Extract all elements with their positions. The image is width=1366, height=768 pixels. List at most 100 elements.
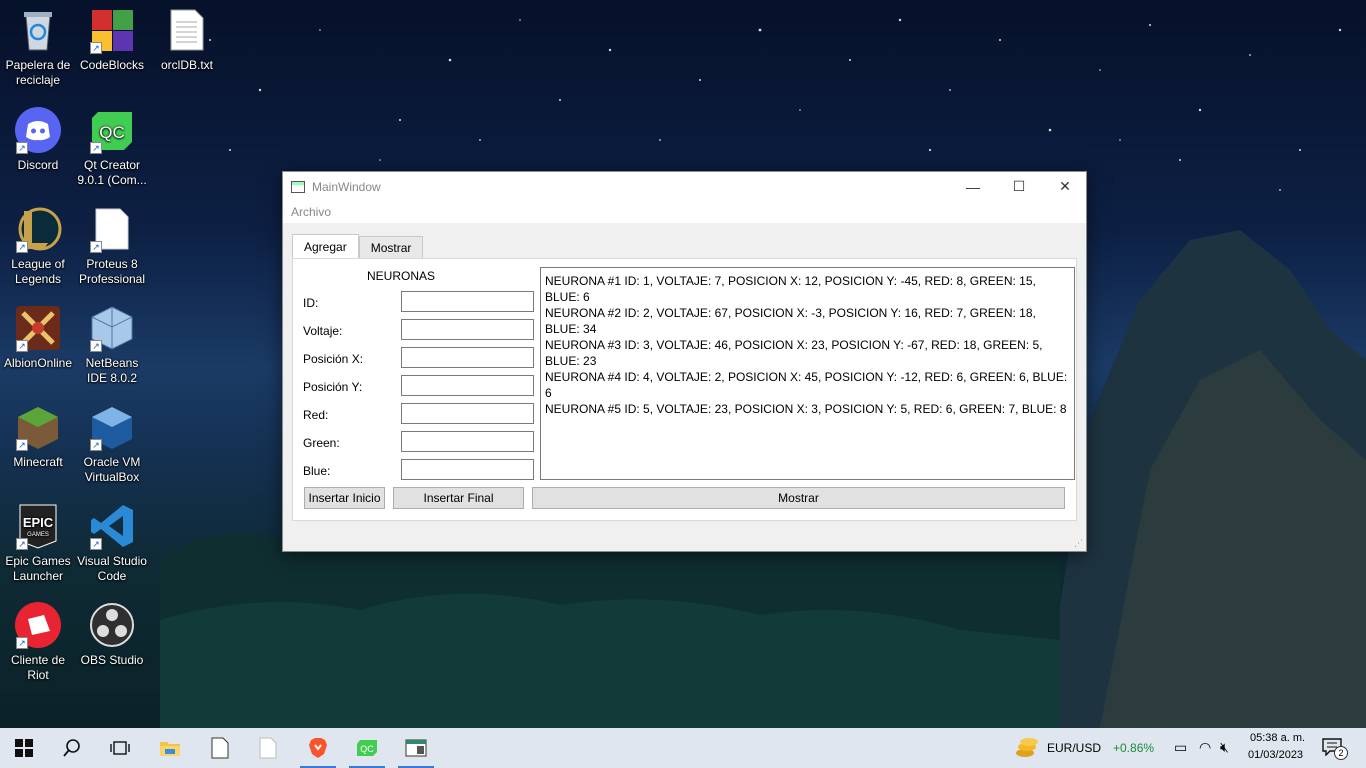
taskbar-qt-creator[interactable]: QC [345,728,389,768]
desktop-icon-qt-creator[interactable]: QC ↗ Qt Creator 9.0.1 (Com... [74,106,150,188]
proteus-icon: ↗ [88,205,136,253]
blue-label: Blue: [303,464,331,478]
posicion-x-label: Posición X: [303,352,364,366]
notification-center-button[interactable]: 2 [1322,738,1348,760]
green-label: Green: [303,436,340,450]
shortcut-arrow-icon: ↗ [90,340,102,352]
search-button[interactable] [50,728,94,768]
vscode-icon: ↗ [88,502,136,550]
currency-change: +0.86% [1113,741,1155,755]
app-window-icon [291,180,305,193]
desktop-icon-label: Papelera de reciclaje [5,58,71,87]
taskbar: QC EUR/USD +0.86% ▭ ◠ 🔇︎ 05:38 a. m. 01/… [0,728,1366,768]
text-file-icon [163,6,211,54]
desktop-icon-label: Cliente de Riot [10,653,66,682]
shortcut-arrow-icon: ↗ [16,340,28,352]
output-line: NEURONA #2 ID: 2, VOLTAJE: 67, POSICION … [545,306,1036,336]
minimize-button[interactable]: — [950,172,996,201]
albion-online-icon: ↗ [14,304,62,352]
tab-agregar[interactable]: Agregar [292,234,359,259]
clock-time[interactable]: 05:38 a. m. [1250,732,1305,744]
output-line: NEURONA #3 ID: 3, VOLTAJE: 46, POSICION … [545,338,1043,368]
posicion-y-field[interactable] [401,375,534,396]
desktop-icon-netbeans[interactable]: ↗ NetBeans IDE 8.0.2 [74,304,150,386]
output-text-area[interactable]: NEURONA #1 ID: 1, VOLTAJE: 7, POSICION X… [540,267,1075,480]
show-button[interactable]: Mostrar [532,487,1065,509]
desktop-icon-label: CodeBlocks [79,58,145,72]
output-line: NEURONA #5 ID: 5, VOLTAJE: 23, POSICION … [545,402,1067,416]
folder-icon [160,742,180,756]
codeblocks-icon: ↗ [88,6,136,54]
shortcut-arrow-icon: ↗ [16,538,28,550]
app-window-icon [405,739,427,757]
desktop-icon-virtualbox[interactable]: ↗ Oracle VM VirtualBox [74,403,150,485]
window-title: MainWindow [312,179,381,194]
desktop-icon-label: AlbionOnline [3,356,73,370]
green-field[interactable] [401,431,534,452]
taskbar-file-explorer[interactable] [148,728,192,768]
battery-icon[interactable]: ▭ [1174,739,1187,756]
obs-studio-icon [88,601,136,649]
taskbar-file[interactable] [198,728,242,768]
menu-archivo[interactable]: Archivo [291,205,331,219]
insert-start-button[interactable]: Insertar Inicio [304,487,385,509]
desktop-icon-label: Qt Creator 9.0.1 (Com... [77,158,147,187]
desktop-icon-epic-games[interactable]: EPIC GAMES ↗ Epic Games Launcher [0,502,76,584]
clock-date[interactable]: 01/03/2023 [1248,749,1303,761]
title-bar[interactable]: MainWindow — ☐ ✕ [283,172,1086,201]
svg-text:QC: QC [360,744,374,754]
desktop-icon-label: Minecraft [13,455,63,469]
wifi-icon[interactable]: ◠ [1199,739,1211,756]
voltaje-label: Voltaje: [303,324,343,338]
blue-field[interactable] [401,459,534,480]
riot-client-icon: ↗ [14,601,62,649]
desktop-icon-label: Visual Studio Code [77,554,147,583]
task-view-button[interactable] [98,728,142,768]
taskbar-blank-file[interactable] [246,728,290,768]
id-field[interactable] [401,291,534,312]
insert-end-button[interactable]: Insertar Final [393,487,524,509]
desktop-icon-league-of-legends[interactable]: ↗ League of Legends [0,205,76,287]
desktop-icon-minecraft[interactable]: ↗ Minecraft [0,403,76,470]
shortcut-arrow-icon: ↗ [90,42,102,54]
posicion-x-field[interactable] [401,347,534,368]
desktop-icon-label: OBS Studio [80,653,144,667]
red-label: Red: [303,408,329,422]
desktop-icon-recycle-bin[interactable]: Papelera de reciclaje [0,6,76,88]
maximize-button[interactable]: ☐ [996,172,1042,201]
brave-browser-icon [309,738,327,758]
resize-grip-icon[interactable]: ⋰ [1074,538,1083,549]
minecraft-icon: ↗ [14,403,62,451]
desktop-icon-proteus[interactable]: ↗ Proteus 8 Professional [74,205,150,287]
desktop-icon-riot-client[interactable]: ↗ Cliente de Riot [0,601,76,683]
close-button[interactable]: ✕ [1042,172,1088,201]
desktop-icon-label: League of Legends [11,257,65,286]
desktop-icon-codeblocks[interactable]: ↗ CodeBlocks [74,6,150,73]
taskbar-mainwindow[interactable] [394,728,438,768]
league-of-legends-icon: ↗ [14,205,62,253]
desktop-icon-obs-studio[interactable]: OBS Studio [74,601,150,668]
virtualbox-icon: ↗ [88,403,136,451]
red-field[interactable] [401,403,534,424]
desktop-icon-label: orclDB.txt [160,58,213,72]
svg-text:EPIC: EPIC [23,515,54,530]
epic-games-icon: EPIC GAMES ↗ [14,502,62,550]
blank-file-icon [259,737,277,759]
desktop-icon-discord[interactable]: ↗ Discord [0,106,76,173]
search-icon [63,739,80,757]
netbeans-icon: ↗ [88,304,136,352]
desktop-icon-vscode[interactable]: ↗ Visual Studio Code [74,502,150,584]
currency-ticker[interactable]: EUR/USD [1047,741,1101,755]
desktop-icon-orcldb[interactable]: orclDB.txt [149,6,225,73]
svg-text:GAMES: GAMES [27,532,49,538]
shortcut-arrow-icon: ↗ [16,439,28,451]
tab-mostrar[interactable]: Mostrar [358,236,424,259]
output-line: NEURONA #1 ID: 1, VOLTAJE: 7, POSICION X… [545,274,1036,304]
desktop-icon-albion-online[interactable]: ↗ AlbionOnline [0,304,76,371]
volume-muted-icon[interactable]: 🔇︎ [1220,739,1229,756]
start-button[interactable] [2,728,46,768]
form-heading: NEURONAS [367,269,436,283]
taskbar-brave[interactable] [296,728,340,768]
voltaje-field[interactable] [401,319,534,340]
windows-logo-icon [15,739,33,757]
